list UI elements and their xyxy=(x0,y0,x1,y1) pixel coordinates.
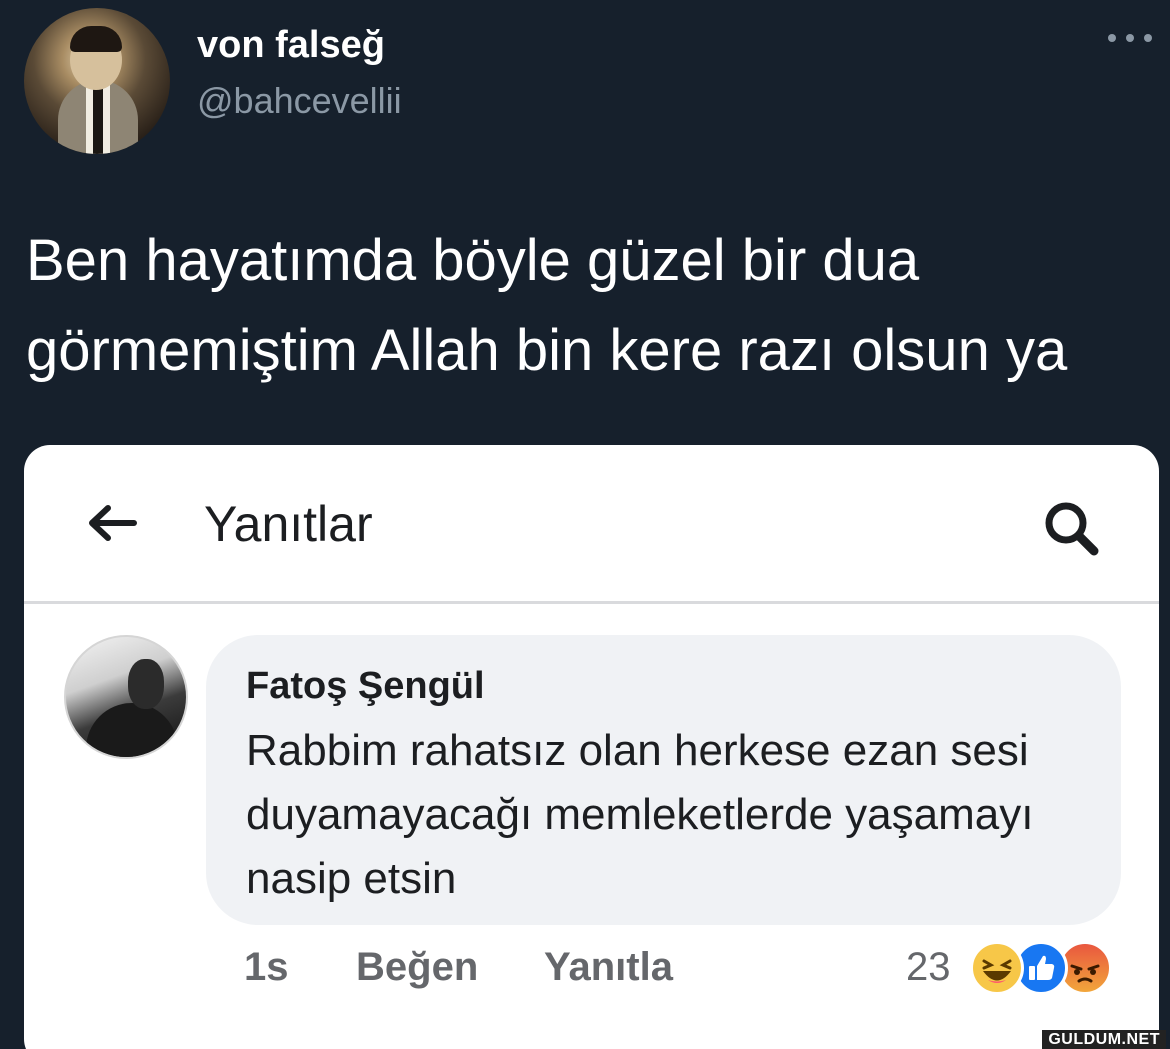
comment-actions: 1s Beğen Yanıtla 23 xyxy=(244,941,1144,1005)
more-dot xyxy=(1108,34,1116,42)
reaction-count[interactable]: 23 xyxy=(906,945,951,990)
comment-bubble: Fatoş Şengül Rabbim rahatsız olan herkes… xyxy=(206,635,1121,925)
embedded-screenshot-card: Yanıtlar Fatoş Şengül Rabbim rahatsız ol… xyxy=(24,445,1159,1049)
comment-text: Rabbim rahatsız olan herkese ezan sesi d… xyxy=(246,726,1034,903)
display-name[interactable]: von falseğ xyxy=(197,24,385,67)
tweet-text: Ben hayatımda böyle güzel bir dua görmem… xyxy=(26,228,1068,383)
header-divider xyxy=(24,601,1159,604)
search-icon[interactable] xyxy=(1036,497,1106,557)
avatar-hair xyxy=(70,26,122,52)
reply-button[interactable]: Yanıtla xyxy=(544,945,673,990)
more-dot xyxy=(1144,34,1152,42)
like-button[interactable]: Beğen xyxy=(356,945,478,990)
replies-header: Yanıtlar xyxy=(24,445,1159,603)
site-watermark: GULDUM.NET xyxy=(1042,1030,1166,1049)
more-dot xyxy=(1126,34,1134,42)
haha-reaction-icon xyxy=(970,941,1024,995)
commenter-avatar-body xyxy=(86,703,178,757)
more-horizontal-icon[interactable] xyxy=(1108,30,1152,46)
commenter-avatar[interactable] xyxy=(64,635,188,759)
comment-timestamp[interactable]: 1s xyxy=(244,945,289,990)
user-handle[interactable]: @bahcevellii xyxy=(197,80,402,122)
avatar-tie xyxy=(93,88,103,154)
replies-title: Yanıtlar xyxy=(204,496,373,552)
comment-author[interactable]: Fatoş Şengül xyxy=(246,665,485,708)
tweet-header: von falseğ @bahcevellii xyxy=(24,4,1154,154)
arrow-left-icon[interactable] xyxy=(86,503,138,543)
reaction-icons[interactable] xyxy=(970,941,1130,997)
commenter-avatar-face xyxy=(128,659,164,709)
user-avatar[interactable] xyxy=(24,8,170,154)
